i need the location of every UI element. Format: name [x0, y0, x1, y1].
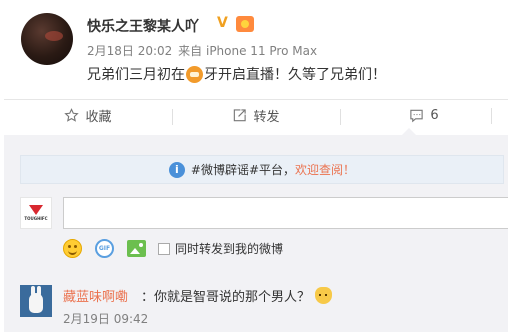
- repost-label: 转发: [253, 110, 280, 125]
- active-tab-caret: [402, 128, 416, 135]
- repost-icon: [234, 109, 247, 122]
- verified-badge-icon[interactable]: V: [217, 15, 228, 31]
- image-upload-icon[interactable]: [127, 240, 146, 257]
- repost-button[interactable]: 转发: [172, 100, 340, 131]
- post-device: iPhone 11 Pro Max: [205, 44, 318, 58]
- repost-checkbox[interactable]: [158, 242, 170, 255]
- comment-text-content: ：你就是智哥说的那个男人？: [141, 290, 311, 305]
- avatar-highlight: [45, 31, 63, 41]
- post-text-part1: 兄弟们三月初在: [87, 67, 185, 83]
- author-avatar[interactable]: [21, 13, 73, 65]
- post-text-part2: 牙开启直播！久等了兄弟们！: [204, 67, 386, 83]
- action-divider: [491, 108, 492, 124]
- gif-icon[interactable]: GIF: [95, 239, 114, 258]
- cat-emoji-icon: [315, 287, 333, 304]
- rumor-notice-banner: i #微博辟谣#平台， 欢迎查阅！: [20, 155, 504, 184]
- info-icon: i: [168, 161, 185, 178]
- logo-mark-icon: [29, 205, 43, 215]
- medal-icon[interactable]: [236, 16, 254, 32]
- post-text: 兄弟们三月初在 牙开启直播！久等了兄弟们！: [87, 64, 386, 84]
- emoji-picker-icon[interactable]: [63, 239, 82, 258]
- comment-author-avatar[interactable]: [20, 285, 52, 317]
- tiger-emoji-icon: [186, 65, 203, 83]
- notice-text[interactable]: #微博辟谣#平台，: [191, 161, 295, 178]
- post-date[interactable]: 2月18日 20:02: [87, 44, 172, 58]
- comment-count: 6: [430, 108, 439, 123]
- comment-time: 2月19日 09:42: [63, 312, 149, 326]
- post-meta: 2月18日 20:02 来自 iPhone 11 Pro Max: [87, 42, 317, 59]
- bunny-figure: [29, 293, 43, 313]
- comment-icon: [410, 109, 424, 123]
- favorite-label: 收藏: [85, 110, 112, 125]
- logo-text: TOUGHIFC: [24, 216, 48, 221]
- star-icon: [64, 108, 80, 122]
- my-avatar[interactable]: TOUGHIFC: [20, 197, 52, 229]
- repost-checkbox-label[interactable]: 同时转发到我的微博: [175, 240, 283, 257]
- comment-section: i #微博辟谣#平台， 欢迎查阅！ TOUGHIFC GIF 同时转发到我的微博…: [4, 135, 508, 332]
- comment-toolbar: GIF 同时转发到我的微博: [63, 239, 283, 258]
- author-name[interactable]: 快乐之王黎某人吖: [87, 16, 199, 36]
- comment-input[interactable]: [63, 197, 508, 229]
- favorite-button[interactable]: 收藏: [4, 100, 172, 131]
- notice-link[interactable]: 欢迎查阅！: [295, 161, 355, 178]
- action-bar: 收藏 转发 6: [4, 99, 508, 131]
- comment-author-name[interactable]: 藏蓝味啊嘞: [63, 286, 128, 305]
- comment-text: ：你就是智哥说的那个男人？: [141, 286, 333, 305]
- post-source-prefix: 来自: [178, 44, 203, 58]
- comment-button[interactable]: 6: [340, 100, 508, 131]
